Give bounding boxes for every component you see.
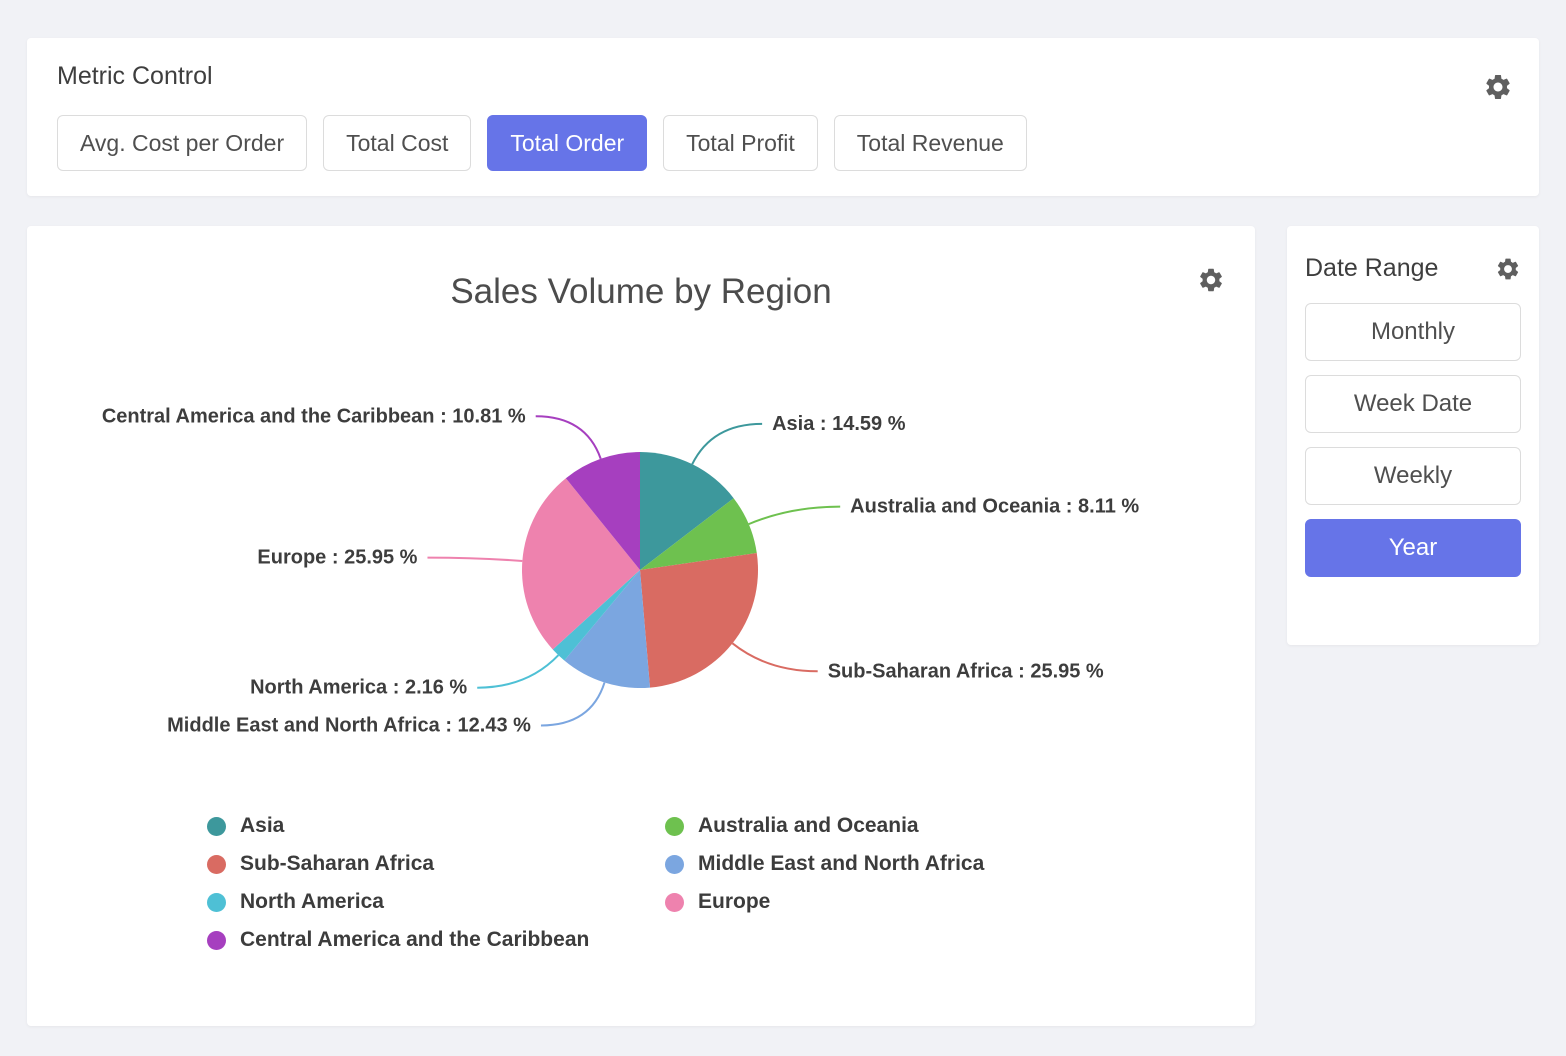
pie-slice-label-central-america-and-the-caribbean: Central America and the Caribbean : 10.8… [102,405,526,427]
legend-label: Asia [240,814,284,838]
pie-leader-line-australia-and-oceania [749,507,840,525]
metric-button-group: Avg. Cost per Order Total Cost Total Order… [57,115,1509,171]
chart-title: Sales Volume by Region [27,272,1255,312]
legend-label: North America [240,890,384,914]
sales-volume-pie-chart: Asia : 14.59 % Australia and Oceania : 8.… [27,331,1255,811]
legend-item-central-america-and-the-caribbean[interactable]: Central America and the Caribbean [207,927,665,953]
legend-label: Europe [698,890,770,914]
legend-item-australia-and-oceania[interactable]: Australia and Oceania [665,813,1255,839]
pie-slice-label-australia-and-oceania: Australia and Oceania : 8.11 % [850,496,1139,518]
pie-slice-sub-saharan-africa[interactable] [640,553,758,688]
pie-slice-label-north-america: North America : 2.16 % [250,677,467,699]
metric-control-card: Metric Control Avg. Cost per Order Total … [27,38,1539,196]
chart-settings-gear-icon[interactable] [1197,266,1225,294]
legend-dot-asia [207,817,226,836]
pie-leader-line-asia [692,424,762,464]
pie-slice-label-sub-saharan-africa: Sub-Saharan Africa : 25.95 % [828,660,1104,682]
metric-button-avg-cost-per-order[interactable]: Avg. Cost per Order [57,115,307,171]
legend-dot-australia-and-oceania [665,817,684,836]
pie-leader-line-middle-east-and-north-africa [541,683,605,726]
date-range-button-year[interactable]: Year [1305,519,1521,577]
date-range-button-week-date[interactable]: Week Date [1305,375,1521,433]
legend-dot-middle-east-and-north-africa [665,855,684,874]
legend-item-sub-saharan-africa[interactable]: Sub-Saharan Africa [207,851,665,877]
legend-dot-north-america [207,893,226,912]
legend-dot-central-america-and-the-caribbean [207,931,226,950]
chart-legend: Asia Australia and Oceania Sub-Saharan Afr… [207,813,1255,953]
legend-item-europe[interactable]: Europe [665,889,1255,915]
metric-settings-gear-icon[interactable] [1483,72,1513,102]
sales-volume-card: Sales Volume by Region Asia : 14.59 % Aus… [27,226,1255,1026]
legend-item-north-america[interactable]: North America [207,889,665,915]
metric-button-total-cost[interactable]: Total Cost [323,115,471,171]
date-range-button-monthly[interactable]: Monthly [1305,303,1521,361]
date-range-title: Date Range [1305,254,1438,283]
legend-label: Central America and the Caribbean [240,928,589,952]
metric-button-total-revenue[interactable]: Total Revenue [834,115,1027,171]
legend-item-asia[interactable]: Asia [207,813,665,839]
metric-control-title: Metric Control [57,62,1509,91]
legend-dot-europe [665,893,684,912]
legend-label: Middle East and North Africa [698,852,984,876]
pie-leader-line-sub-saharan-africa [732,643,817,671]
legend-dot-sub-saharan-africa [207,855,226,874]
date-range-card: Date Range Monthly Week Date Weekly Year [1287,226,1539,645]
date-range-button-weekly[interactable]: Weekly [1305,447,1521,505]
metric-button-total-profit[interactable]: Total Profit [663,115,818,171]
pie-leader-line-central-america-and-the-caribbean [536,416,601,458]
date-range-header: Date Range [1305,254,1521,283]
pie-slice-label-middle-east-and-north-africa: Middle East and North Africa : 12.43 % [167,714,531,736]
pie-slice-label-europe: Europe : 25.95 % [257,547,417,569]
metric-button-total-order[interactable]: Total Order [487,115,647,171]
legend-label: Sub-Saharan Africa [240,852,434,876]
pie-leader-line-europe [427,558,522,561]
date-range-button-group: Monthly Week Date Weekly Year [1305,303,1521,577]
date-range-settings-gear-icon[interactable] [1495,256,1521,282]
pie-leader-line-north-america [477,655,558,687]
legend-item-middle-east-and-north-africa[interactable]: Middle East and North Africa [665,851,1255,877]
pie-slice-label-asia: Asia : 14.59 % [772,413,906,435]
legend-label: Australia and Oceania [698,814,919,838]
